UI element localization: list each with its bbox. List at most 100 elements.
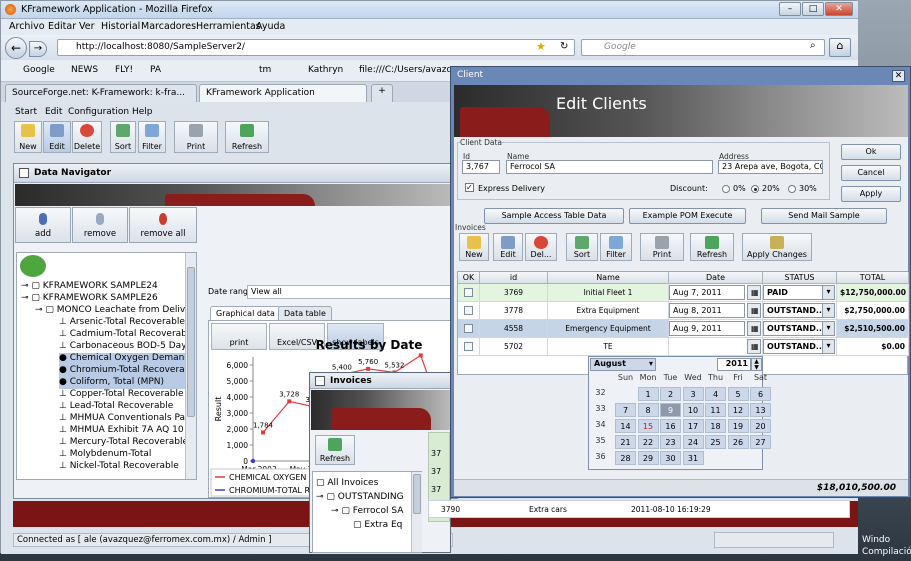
tree-leaf-selected[interactable]: ● Chromium-Total Recoverable bbox=[59, 365, 196, 377]
tree-leaf[interactable]: ⊥ MHMUA Conventionals Pack bbox=[59, 413, 195, 425]
back-button[interactable]: ← bbox=[5, 37, 27, 59]
address-field[interactable]: 23 Arepa ave, Bogota, CO bbox=[718, 160, 823, 174]
date-range-select[interactable]: View all bbox=[247, 285, 457, 299]
row-checkbox[interactable] bbox=[464, 306, 473, 315]
tree-scrollbar[interactable] bbox=[185, 253, 196, 479]
inv-edit-button[interactable]: Edit bbox=[493, 233, 523, 261]
invoices-tree-scrollbar[interactable] bbox=[411, 472, 422, 552]
app-menu-help[interactable]: Help bbox=[132, 107, 153, 117]
tree-leaf[interactable]: ⊥ Copper-Total Recoverable bbox=[59, 389, 184, 401]
row-ok-cell[interactable] bbox=[458, 320, 480, 338]
calendar-day[interactable]: 8 bbox=[637, 403, 659, 417]
calendar-day[interactable]: 18 bbox=[705, 419, 726, 433]
row-total-cell[interactable]: $0.00 bbox=[837, 338, 909, 356]
maximize-button[interactable]: □ bbox=[802, 2, 824, 16]
minimize-button[interactable]: – bbox=[779, 2, 801, 16]
calendar-day[interactable]: 17 bbox=[682, 419, 704, 433]
chevron-down-icon[interactable]: ▾ bbox=[822, 286, 834, 299]
col-ok[interactable]: OK bbox=[458, 272, 480, 284]
row-id-cell[interactable]: 3769 bbox=[480, 284, 548, 302]
calendar-day[interactable]: 30 bbox=[660, 451, 681, 465]
scroll-thumb[interactable] bbox=[413, 474, 421, 514]
date-field[interactable]: Aug 7, 2011 bbox=[669, 285, 745, 300]
row-total-cell[interactable]: $12,750,000.00 bbox=[837, 284, 909, 302]
tree-node[interactable]: ▢ Extra Eq bbox=[353, 520, 402, 532]
cancel-button[interactable]: Cancel bbox=[841, 165, 901, 181]
calendar-day[interactable]: 1 bbox=[637, 387, 659, 401]
tab-sourceforge[interactable]: SourceForge.net: K-Framework: k-fra... bbox=[5, 84, 197, 102]
toolbar-print-button[interactable]: Print bbox=[174, 121, 218, 153]
calendar-day[interactable]: 5 bbox=[727, 387, 749, 401]
express-delivery-checkbox[interactable]: ✓ bbox=[465, 183, 474, 192]
calendar-icon[interactable]: ▦ bbox=[747, 303, 761, 318]
chevron-down-icon[interactable]: ▾ bbox=[822, 340, 834, 353]
calendar-day[interactable]: 22 bbox=[637, 435, 659, 449]
row-id-cell[interactable]: 3778 bbox=[480, 302, 548, 320]
calendar-day[interactable]: 26 bbox=[727, 435, 749, 449]
inv-delete-button[interactable]: Del... bbox=[525, 233, 557, 261]
calendar-day[interactable]: 2 bbox=[660, 387, 681, 401]
apply-changes-button[interactable]: Apply Changes bbox=[742, 233, 812, 261]
row-checkbox[interactable] bbox=[464, 324, 473, 333]
inv-new-button[interactable]: New bbox=[459, 233, 489, 261]
toolbar-edit-button[interactable]: Edit bbox=[43, 121, 71, 153]
row-status-cell[interactable]: OUTSTAND... ▾ bbox=[763, 302, 837, 320]
calendar-day[interactable]: 27 bbox=[750, 435, 771, 449]
send-mail-button[interactable]: Send Mail Sample bbox=[761, 208, 887, 224]
row-ok-cell[interactable] bbox=[458, 338, 480, 356]
close-button[interactable]: ✕ bbox=[825, 2, 853, 16]
menu-archivo[interactable]: Archivo bbox=[9, 21, 45, 32]
apply-button[interactable]: Apply bbox=[841, 186, 901, 202]
status-select[interactable]: OUTSTAND... ▾ bbox=[763, 321, 835, 336]
year-spinner-arrows-icon[interactable]: ▲ ▼ bbox=[751, 358, 762, 371]
tree-node[interactable]: ▢ All Invoices bbox=[316, 478, 378, 490]
invoice-row[interactable]: 3790 Extra cars 2011-08-10 16:19:29 bbox=[428, 500, 850, 518]
row-name-cell[interactable]: TE bbox=[548, 338, 669, 356]
scroll-thumb[interactable] bbox=[187, 267, 195, 417]
status-select[interactable]: OUTSTAND... ▾ bbox=[763, 339, 835, 354]
calendar-day[interactable]: 15 bbox=[637, 419, 659, 433]
row-checkbox[interactable] bbox=[464, 342, 473, 351]
bookmark-tm[interactable]: tm bbox=[259, 65, 271, 75]
date-field[interactable]: Aug 8, 2011 bbox=[669, 303, 745, 318]
tree-leaf[interactable]: ⊥ Arsenic-Total Recoverable bbox=[59, 317, 185, 329]
client-close-button[interactable]: ✕ bbox=[892, 70, 905, 82]
row-date-cell[interactable]: Aug 9, 2011 ▦ bbox=[669, 320, 763, 338]
bookmark-news[interactable]: NEWS bbox=[71, 65, 98, 75]
inv-print-button[interactable]: Print bbox=[640, 233, 684, 261]
tree-leaf[interactable]: ⊥ Molybdenum-Total bbox=[59, 449, 151, 461]
app-menu-start[interactable]: Start bbox=[15, 107, 37, 117]
row-id-cell[interactable]: 5702 bbox=[480, 338, 548, 356]
star-icon[interactable]: ★ bbox=[536, 40, 546, 53]
toolbar-new-button[interactable]: New bbox=[14, 121, 42, 153]
bookmark-google[interactable]: Google bbox=[23, 65, 55, 75]
col-status[interactable]: STATUS bbox=[763, 272, 837, 284]
calendar-icon[interactable]: ▦ bbox=[747, 321, 761, 336]
discount-20-radio[interactable] bbox=[751, 185, 759, 193]
home-icon[interactable]: ⌂ bbox=[829, 38, 851, 57]
tree-node[interactable]: ⊸ ▢ MONCO Leachate from Delivery bbox=[35, 305, 196, 317]
tree-leaf[interactable]: ⊥ Mercury-Total Recoverable* bbox=[59, 437, 193, 449]
discount-30-radio[interactable] bbox=[788, 185, 796, 193]
tree-node[interactable]: ⊸ ▢ KFRAMEWORK SAMPLE24 bbox=[21, 281, 158, 293]
row-status-cell[interactable]: PAID ▾ bbox=[763, 284, 837, 302]
search-icon[interactable]: ⌕ bbox=[810, 40, 816, 51]
row-total-cell[interactable]: $2,510,500.00 bbox=[837, 320, 909, 338]
row-date-cell[interactable]: Aug 8, 2011 ▦ bbox=[669, 302, 763, 320]
col-date[interactable]: Date bbox=[669, 272, 763, 284]
tree-node[interactable]: ⊸ ▢ Ferrocol SA bbox=[331, 506, 403, 518]
id-field[interactable]: 3,767 bbox=[462, 160, 500, 174]
row-ok-cell[interactable] bbox=[458, 302, 480, 320]
col-id[interactable]: id bbox=[480, 272, 548, 284]
tree-leaf-selected[interactable]: ● Coliform, Total (MPN) bbox=[59, 377, 189, 389]
bookmark-kathryn[interactable]: Kathryn bbox=[308, 65, 343, 75]
menu-ver[interactable]: Ver bbox=[79, 21, 95, 32]
calendar-day[interactable]: 24 bbox=[682, 435, 704, 449]
calendar-day[interactable]: 25 bbox=[705, 435, 726, 449]
tree-leaf[interactable]: ⊥ Nickel-Total Recoverable bbox=[59, 461, 179, 473]
calendar-day[interactable]: 28 bbox=[615, 451, 636, 465]
row-status-cell[interactable]: OUTSTAND... ▾ bbox=[763, 338, 837, 356]
month-select[interactable]: August ▾ bbox=[590, 358, 656, 371]
calendar-day[interactable]: 16 bbox=[660, 419, 681, 433]
url-bar[interactable]: http://localhost:8080/SampleServer2/ ★ ↻ bbox=[57, 39, 575, 56]
